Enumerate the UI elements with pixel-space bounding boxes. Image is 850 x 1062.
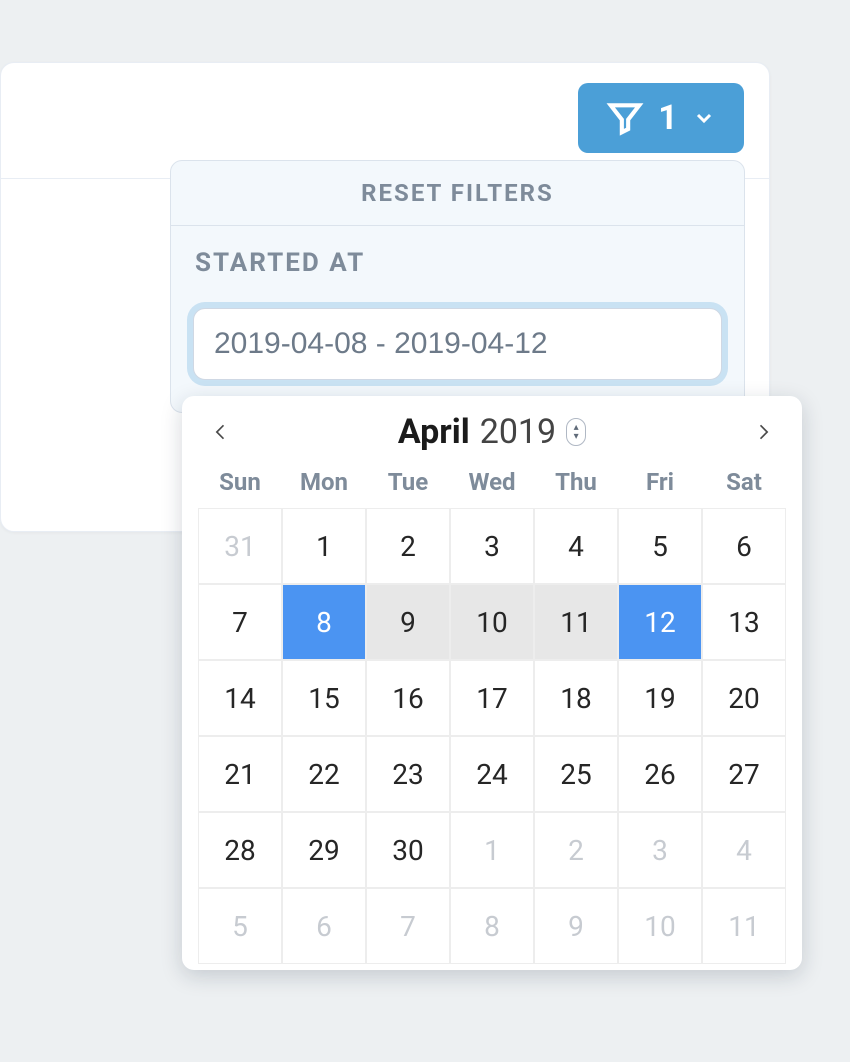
calendar-day[interactable]: 16 xyxy=(366,660,450,736)
weekday-header: Fri xyxy=(618,460,702,508)
filter-button[interactable]: 1 xyxy=(578,83,744,153)
calendar-day[interactable]: 13 xyxy=(702,584,786,660)
calendar-day[interactable]: 7 xyxy=(366,888,450,964)
calendar-day[interactable]: 2 xyxy=(534,812,618,888)
calendar-day[interactable]: 21 xyxy=(198,736,282,812)
calendar-day[interactable]: 26 xyxy=(618,736,702,812)
calendar-day[interactable]: 1 xyxy=(282,508,366,584)
calendar-day[interactable]: 19 xyxy=(618,660,702,736)
weekday-header: Wed xyxy=(450,460,534,508)
filter-count: 1 xyxy=(658,98,678,138)
calendar-day[interactable]: 15 xyxy=(282,660,366,736)
calendar-day[interactable]: 9 xyxy=(534,888,618,964)
calendar-day[interactable]: 3 xyxy=(618,812,702,888)
date-range-input[interactable] xyxy=(193,308,722,380)
filter-section-label: STARTED AT xyxy=(171,226,744,282)
calendar-day[interactable]: 24 xyxy=(450,736,534,812)
calendar-day[interactable]: 31 xyxy=(198,508,282,584)
calendar-day[interactable]: 22 xyxy=(282,736,366,812)
calendar-day[interactable]: 8 xyxy=(282,584,366,660)
calendar-day[interactable]: 29 xyxy=(282,812,366,888)
weekday-header: Mon xyxy=(282,460,366,508)
weekday-header: Sat xyxy=(702,460,786,508)
calendar-day[interactable]: 6 xyxy=(702,508,786,584)
calendar-year[interactable]: 2019 xyxy=(480,412,556,452)
chevron-down-icon xyxy=(692,106,716,130)
calendar-month[interactable]: April xyxy=(398,412,470,452)
next-month-button[interactable] xyxy=(748,417,778,447)
weekday-header: Thu xyxy=(534,460,618,508)
calendar-title: April 2019 ▴▾ xyxy=(398,412,586,452)
calendar-day[interactable]: 5 xyxy=(618,508,702,584)
calendar-day[interactable]: 27 xyxy=(702,736,786,812)
year-spinner[interactable]: ▴▾ xyxy=(566,418,586,446)
calendar-day[interactable]: 20 xyxy=(702,660,786,736)
calendar-day[interactable]: 5 xyxy=(198,888,282,964)
calendar-day[interactable]: 11 xyxy=(534,584,618,660)
calendar-day[interactable]: 14 xyxy=(198,660,282,736)
weekday-header: Sun xyxy=(198,460,282,508)
funnel-icon xyxy=(606,99,644,137)
prev-month-button[interactable] xyxy=(206,417,236,447)
calendar-day[interactable]: 3 xyxy=(450,508,534,584)
calendar-day[interactable]: 25 xyxy=(534,736,618,812)
calendar-day[interactable]: 23 xyxy=(366,736,450,812)
calendar-day[interactable]: 4 xyxy=(534,508,618,584)
calendar-day[interactable]: 9 xyxy=(366,584,450,660)
calendar-day[interactable]: 10 xyxy=(618,888,702,964)
calendar-day[interactable]: 10 xyxy=(450,584,534,660)
calendar-day[interactable]: 17 xyxy=(450,660,534,736)
filters-panel: RESET FILTERS STARTED AT xyxy=(170,160,745,413)
calendar-day[interactable]: 7 xyxy=(198,584,282,660)
calendar-day[interactable]: 8 xyxy=(450,888,534,964)
date-picker-popover: April 2019 ▴▾ SunMonTueWedThuFriSat31123… xyxy=(182,396,802,970)
calendar-day[interactable]: 18 xyxy=(534,660,618,736)
calendar-day[interactable]: 2 xyxy=(366,508,450,584)
calendar-day[interactable]: 30 xyxy=(366,812,450,888)
reset-filters-button[interactable]: RESET FILTERS xyxy=(171,161,744,226)
weekday-header: Tue xyxy=(366,460,450,508)
calendar-day[interactable]: 6 xyxy=(282,888,366,964)
calendar-day[interactable]: 4 xyxy=(702,812,786,888)
calendar-day[interactable]: 1 xyxy=(450,812,534,888)
calendar-day[interactable]: 11 xyxy=(702,888,786,964)
calendar-day[interactable]: 12 xyxy=(618,584,702,660)
calendar-day[interactable]: 28 xyxy=(198,812,282,888)
